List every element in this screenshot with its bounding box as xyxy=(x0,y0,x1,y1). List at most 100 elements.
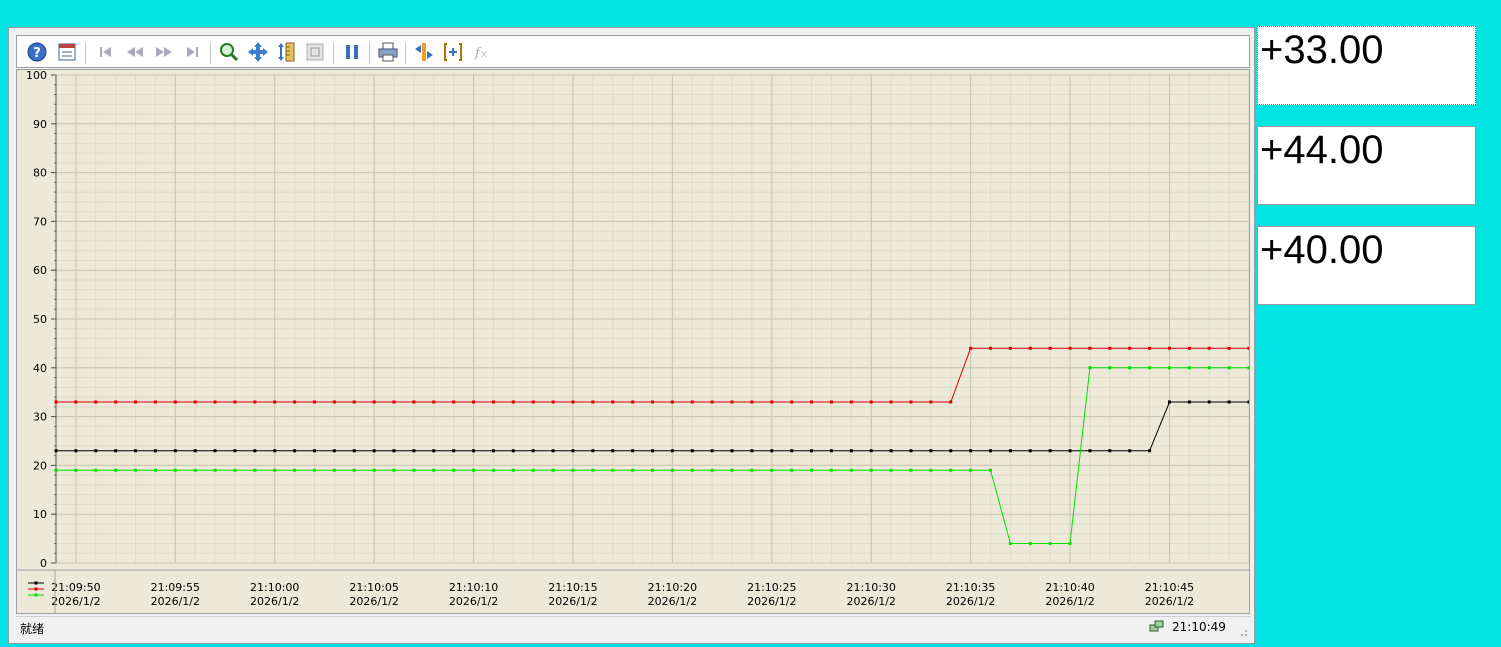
series-3-point xyxy=(173,468,177,472)
series-2-point xyxy=(730,400,734,404)
help-icon[interactable]: ? xyxy=(25,40,49,64)
resize-grip-icon[interactable] xyxy=(1238,626,1248,636)
series-1-point xyxy=(193,449,197,453)
series-3-point xyxy=(1227,366,1231,370)
y-tick-label: 100 xyxy=(26,70,47,82)
series-3-point xyxy=(929,468,933,472)
scale-icon[interactable] xyxy=(274,40,298,64)
series-1-point xyxy=(949,449,953,453)
series-1-point xyxy=(909,449,913,453)
print-icon[interactable] xyxy=(376,40,400,64)
series-1-point xyxy=(74,449,78,453)
series-3-point xyxy=(352,468,356,472)
pan-icon[interactable] xyxy=(246,40,270,64)
series-1-point xyxy=(929,449,933,453)
series-1-point xyxy=(790,449,794,453)
series-1-point xyxy=(690,449,694,453)
formula-icon[interactable]: fx xyxy=(470,40,494,64)
series-1-point xyxy=(810,449,814,453)
x-tick-time: 21:10:30 xyxy=(847,581,896,594)
series-2-point xyxy=(452,400,456,404)
series-1-point xyxy=(491,449,495,453)
series-3-point xyxy=(233,468,237,472)
first-icon[interactable] xyxy=(94,40,118,64)
last-icon[interactable] xyxy=(180,40,204,64)
toolbar-separator xyxy=(85,42,86,64)
trend-chart[interactable]: 100 90 80 70 60 50 40 30 20 10 0 21:09:50 2026/1/2 21… xyxy=(16,69,1250,614)
series-1-point xyxy=(849,449,853,453)
reset-zoom-icon[interactable] xyxy=(303,40,327,64)
series-3-point xyxy=(670,468,674,472)
series-3-point xyxy=(491,468,495,472)
series-3-point xyxy=(989,468,993,472)
properties-icon[interactable] xyxy=(55,40,79,64)
series-3-point xyxy=(472,468,476,472)
series-2-point xyxy=(829,400,833,404)
series-1-point xyxy=(1247,400,1249,404)
series-1-point xyxy=(432,449,436,453)
series-1-point xyxy=(670,449,674,453)
series-3-point xyxy=(810,468,814,472)
series-2-point xyxy=(969,346,973,350)
chart-canvas[interactable]: 100908070605040302010021:09:502026/1/221… xyxy=(17,70,1249,613)
series-1-point xyxy=(293,449,297,453)
series-1-point xyxy=(94,449,98,453)
status-bar: 就绪 21:10:49 xyxy=(16,616,1250,638)
series-2-point xyxy=(1088,346,1092,350)
series-2-point xyxy=(74,400,78,404)
status-text: 就绪 xyxy=(20,622,45,636)
value-display-1: +33.00 xyxy=(1257,26,1476,105)
series-3-point xyxy=(849,468,853,472)
series-1-point xyxy=(233,449,237,453)
series-3-point xyxy=(1128,366,1132,370)
series-2-point xyxy=(909,400,913,404)
status-clock: 21:10:49 xyxy=(1172,620,1226,634)
series-3-point xyxy=(949,468,953,472)
series-1-point xyxy=(829,449,833,453)
y-tick-label: 80 xyxy=(33,167,47,180)
pause-icon[interactable] xyxy=(340,40,364,64)
x-tick-date: 2026/1/2 xyxy=(548,595,597,608)
series-2-point xyxy=(770,400,774,404)
series-1-point xyxy=(412,449,416,453)
series-1-point xyxy=(153,449,157,453)
toolbar: ? f x xyxy=(16,35,1250,68)
toolbar-separator xyxy=(333,42,334,64)
series-2-point xyxy=(1128,346,1132,350)
series-1-point xyxy=(889,449,893,453)
series-2-point xyxy=(571,400,575,404)
series-2-point xyxy=(1187,346,1191,350)
series-2-point xyxy=(372,400,376,404)
series-2-point xyxy=(889,400,893,404)
x-tick-time: 21:09:50 xyxy=(51,581,100,594)
series-3-point xyxy=(332,468,336,472)
series-3-point xyxy=(193,468,197,472)
x-tick-time: 21:10:05 xyxy=(349,581,398,594)
series-3-point xyxy=(293,468,297,472)
series-2-point xyxy=(651,400,654,404)
forward-icon[interactable] xyxy=(152,40,176,64)
x-tick-time: 21:10:45 xyxy=(1145,581,1194,594)
series-2-point xyxy=(750,400,754,404)
series-1-point xyxy=(551,449,555,453)
rewind-icon[interactable] xyxy=(123,40,147,64)
series-2-point xyxy=(670,400,674,404)
series-2-point xyxy=(114,400,118,404)
series-2-point xyxy=(1227,346,1231,350)
x-tick-time: 21:10:15 xyxy=(548,581,597,594)
series-1-point xyxy=(1088,449,1092,453)
range-icon[interactable] xyxy=(441,40,465,64)
series-3-point xyxy=(1048,541,1052,545)
series-3-point xyxy=(790,468,794,472)
cursor-icon[interactable] xyxy=(412,40,436,64)
zoom-icon[interactable] xyxy=(217,40,241,64)
series-1-point xyxy=(213,449,217,453)
series-3-point xyxy=(134,468,138,472)
x-tick-time: 21:10:40 xyxy=(1045,581,1094,594)
series-3-point xyxy=(312,468,316,472)
x-tick-date: 2026/1/2 xyxy=(250,595,299,608)
series-3-point xyxy=(1247,366,1249,370)
series-2-point xyxy=(392,400,396,404)
series-3-point xyxy=(1108,366,1112,370)
series-1-point xyxy=(312,449,316,453)
